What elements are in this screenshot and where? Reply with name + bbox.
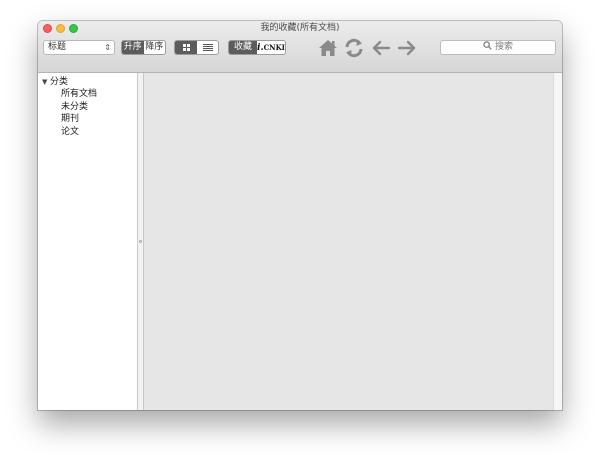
disclosure-triangle-icon[interactable]: ▼ [42, 76, 50, 88]
app-window: 我的收藏(所有文档) 标题 ⇕ 升序 降序 收藏 i.CNKI 搜索 ▼ 分类 … [38, 21, 562, 410]
cnki-button[interactable]: i.CNKI [257, 41, 285, 54]
refresh-icon [345, 38, 363, 58]
vertical-scrollbar[interactable] [553, 73, 562, 410]
back-button[interactable] [370, 38, 392, 58]
forward-arrow-icon [397, 40, 416, 56]
view-mode-segmented-control [174, 40, 219, 55]
category-tree: ▼ 分类 所有文档 未分类 期刊 论文 [42, 76, 97, 138]
tree-item-theses[interactable]: 论文 [42, 126, 97, 139]
favorites-button[interactable]: 收藏 [229, 41, 257, 54]
search-placeholder: 搜索 [494, 42, 513, 52]
list-view-button[interactable] [197, 41, 219, 54]
updown-chevron-icon: ⇕ [104, 43, 111, 52]
descending-button[interactable]: 降序 [144, 41, 166, 54]
tree-item-journals[interactable]: 期刊 [42, 113, 97, 126]
grid-icon [183, 44, 190, 51]
back-arrow-icon [372, 40, 391, 56]
ascending-button[interactable]: 升序 [122, 41, 144, 54]
document-content-area [144, 73, 553, 410]
tree-root-category[interactable]: ▼ 分类 [42, 76, 97, 88]
search-field[interactable]: 搜索 [440, 40, 556, 55]
tree-root-label: 分类 [50, 77, 69, 87]
source-segmented-control: 收藏 i.CNKI [228, 40, 286, 55]
list-icon [202, 44, 213, 51]
cnki-label: CNKI [263, 43, 285, 52]
sort-field-select[interactable]: 标题 ⇕ [43, 40, 115, 55]
refresh-button[interactable] [343, 38, 365, 58]
tree-item-uncategorized[interactable]: 未分类 [42, 101, 97, 114]
grid-view-button[interactable] [175, 41, 197, 54]
search-icon [483, 41, 492, 50]
tree-item-all-documents[interactable]: 所有文档 [42, 88, 97, 101]
sort-order-segmented-control: 升序 降序 [121, 40, 166, 55]
category-sidebar: ▼ 分类 所有文档 未分类 期刊 论文 [38, 73, 138, 410]
sort-field-value: 标题 [48, 42, 67, 52]
forward-button[interactable] [396, 38, 418, 58]
toolbar: 我的收藏(所有文档) 标题 ⇕ 升序 降序 收藏 i.CNKI 搜索 [38, 21, 562, 73]
home-icon [319, 40, 337, 56]
divider-handle-icon[interactable] [139, 240, 142, 243]
window-title: 我的收藏(所有文档) [260, 23, 340, 33]
home-button[interactable] [317, 38, 339, 58]
